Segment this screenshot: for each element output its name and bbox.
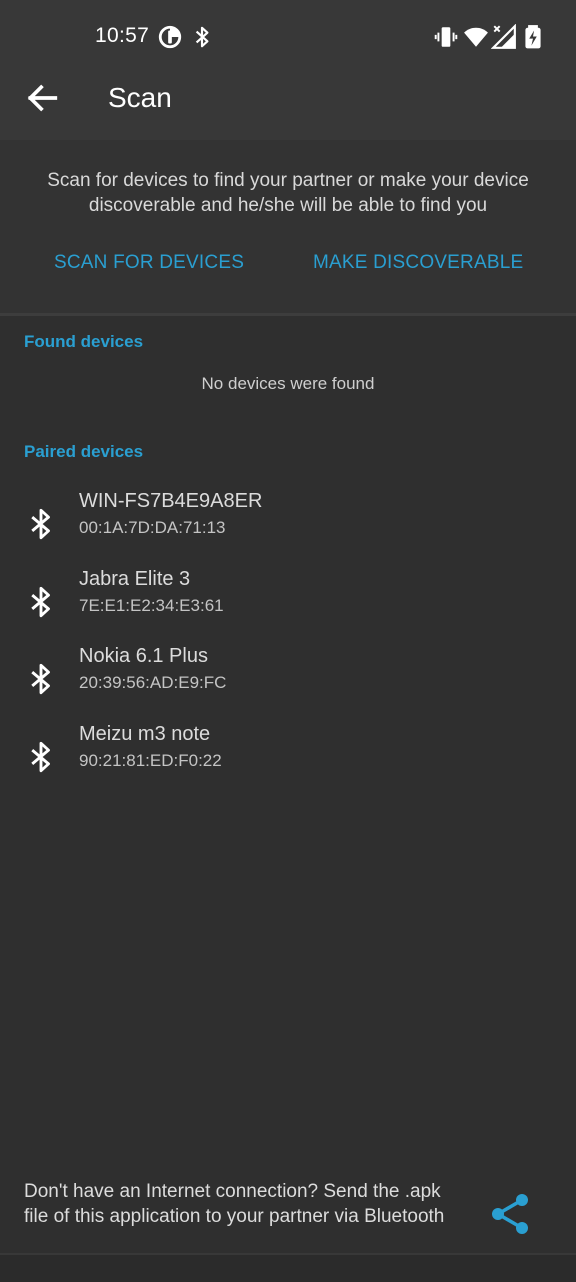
device-name: Nokia 6.1 Plus [79, 645, 208, 667]
divider [0, 313, 576, 316]
app-bar: 10:57 Scan [0, 0, 576, 140]
bluetooth-icon [189, 24, 215, 50]
bluetooth-icon [26, 739, 56, 775]
device-name: WIN-FS7B4E9A8ER [79, 490, 263, 512]
arrow-back-icon[interactable] [22, 78, 62, 118]
bluetooth-icon [26, 661, 56, 697]
page-title: Scan [108, 82, 172, 113]
paired-device-item[interactable]: Jabra Elite 3 7E:E1:E2:34:E3:61 [0, 568, 576, 640]
bluetooth-icon [26, 584, 56, 620]
paired-device-item[interactable]: Meizu m3 note 90:21:81:ED:F0:22 [0, 723, 576, 795]
status-bar: 10:57 [0, 0, 576, 72]
scan-description: Scan for devices to find your partner or… [47, 170, 529, 216]
no-devices-message: No devices were found [201, 374, 375, 393]
paired-device-item[interactable]: WIN-FS7B4E9A8ER 00:1A:7D:DA:71:13 [0, 490, 576, 562]
paired-device-item[interactable]: Nokia 6.1 Plus 20:39:56:AD:E9:FC [0, 645, 576, 717]
device-address: 00:1A:7D:DA:71:13 [79, 518, 226, 537]
vibrate-icon [433, 24, 459, 50]
device-address: 7E:E1:E2:34:E3:61 [79, 596, 224, 615]
device-name: Jabra Elite 3 [79, 568, 191, 590]
bluetooth-icon [26, 506, 56, 542]
paired-devices-title: Paired devices [24, 442, 144, 461]
status-time: 10:57 [95, 24, 150, 47]
wifi-icon [463, 24, 489, 50]
signal-icon [491, 24, 517, 50]
scan-header: Scan for devices to find your partner or… [0, 140, 576, 313]
make-discoverable-button[interactable]: MAKE DISCOVERABLE [313, 252, 523, 274]
device-name: Meizu m3 note [79, 723, 211, 745]
share-apk-message: Don't have an Internet connection? Send … [24, 1181, 445, 1227]
data-saver-icon [157, 24, 183, 50]
scan-for-devices-button[interactable]: SCAN FOR DEVICES [54, 252, 244, 274]
found-devices-title: Found devices [24, 332, 144, 351]
share-icon[interactable] [486, 1190, 534, 1238]
device-address: 20:39:56:AD:E9:FC [79, 673, 227, 692]
battery-charging-icon [520, 24, 546, 50]
device-address: 90:21:81:ED:F0:22 [79, 751, 222, 770]
navigation-bar [0, 1253, 576, 1282]
